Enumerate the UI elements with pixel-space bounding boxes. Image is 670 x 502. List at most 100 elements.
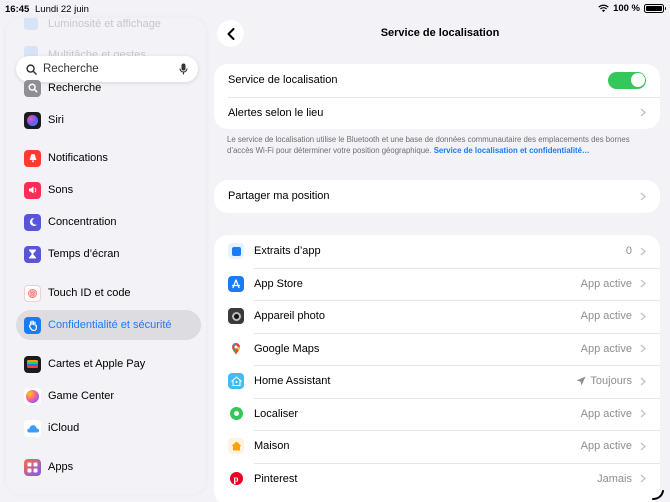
app-clips-icon [228,243,244,260]
find-my-icon [228,405,244,422]
app-permission: 0 [625,245,632,258]
share-location-row[interactable]: Partager ma position [214,180,660,213]
sidebar-item-sons[interactable]: Sons [16,175,201,205]
fingerprint-icon [24,284,41,302]
apps-location-card: Extraits d’app 0 App Store App active Ap… [214,235,660,502]
sidebar: Luminosité et affichage Multitâche et ge… [6,18,206,494]
sidebar-item-concentration[interactable]: Concentration [16,207,201,237]
chevron-right-icon [640,474,646,483]
hourglass-icon [24,245,41,263]
app-row[interactable]: Extraits d’app 0 [214,235,660,268]
share-location-label: Partager ma position [228,190,330,203]
chevron-right-icon [640,192,646,201]
pinterest-icon: p [228,470,244,487]
sidebar-item-label: iCloud [48,422,80,434]
app-row[interactable]: Localiser App active [214,397,660,431]
status-bar: 16:45 Lundi 22 juin 100 % [0,0,670,18]
share-location-card: Partager ma position [214,180,660,213]
speaker-icon [24,181,41,199]
location-alerts-row[interactable]: Alertes selon le lieu [214,96,660,130]
sidebar-item-notifications[interactable]: Notifications [16,143,201,173]
app-permission: Jamais [597,472,632,485]
status-date: Lundi 22 juin [35,4,89,15]
chevron-right-icon [640,409,646,418]
home-icon [228,438,244,455]
hand-icon [24,316,41,334]
app-row[interactable]: App Store App active [214,267,660,301]
sidebar-item-label: Concentration [48,216,117,228]
app-name: Maison [254,440,290,453]
sidebar-item-label: Temps d’écran [48,248,120,260]
sidebar-item-label: Apps [48,461,74,473]
page-title: Service de localisation [380,27,500,39]
sidebar-item-apps[interactable]: Apps [16,452,201,482]
battery-percent: 100 % [613,3,640,14]
location-alerts-label: Alertes selon le lieu [228,106,324,119]
sidebar-item-temps-ecran[interactable]: Temps d’écran [16,239,201,269]
search-icon [24,79,41,97]
chevron-right-icon [640,279,646,288]
app-row[interactable]: p Pinterest Jamais [214,462,660,496]
chevron-right-icon [640,377,646,386]
sidebar-item-label: Recherche [48,82,102,94]
google-maps-icon [228,340,244,357]
sidebar-item-siri[interactable]: Siri [16,105,201,135]
app-permission: Toujours [590,375,632,388]
app-name: Appareil photo [254,310,325,323]
sidebar-item-icloud[interactable]: iCloud [16,413,201,443]
sidebar-item-label: Notifications [48,152,108,164]
privacy-link[interactable]: Service de localisation et confidentiali… [434,146,590,155]
sidebar-item-label: Game Center [48,390,115,402]
app-store-icon [228,275,244,292]
bell-icon [24,149,41,167]
sidebar-item-touch-id[interactable]: Touch ID et code [16,278,201,308]
sidebar-item-label: Confidentialité et sécurité [48,319,172,331]
battery-icon [644,4,666,13]
app-permission: App active [580,407,632,420]
sidebar-item-label: Cartes et Apple Pay [48,358,146,370]
location-settings-card: Service de localisation Alertes selon le… [214,64,660,129]
siri-icon [24,111,41,129]
display-icon [24,18,38,30]
app-permission: App active [580,440,632,453]
chevron-right-icon [640,344,646,353]
moon-icon [24,213,41,231]
sidebar-item-label: Touch ID et code [48,287,131,299]
app-name: Pinterest [254,472,298,485]
app-permission: App active [580,310,632,323]
chevron-left-icon [227,27,234,40]
location-service-toggle[interactable] [608,71,646,89]
location-service-row[interactable]: Service de localisation [214,64,660,97]
app-row[interactable]: Maison App active [214,430,660,463]
app-row[interactable]: Appareil photo App active [214,300,660,333]
app-name: App Store [254,277,303,290]
wallet-icon [24,355,41,373]
location-arrow-icon [576,376,586,386]
location-service-label: Service de localisation [228,74,338,87]
chevron-right-icon [640,108,646,117]
app-permission: App active [580,342,632,355]
sidebar-item-cartes-apple-pay[interactable]: Cartes et Apple Pay [16,349,201,379]
apps-icon [24,458,41,476]
sidebar-item-confidentialite[interactable]: Confidentialité et sécurité [16,310,201,340]
sidebar-item-label: Siri [48,114,64,126]
app-name: Localiser [254,407,299,420]
location-note: Le service de localisation utilise le Bl… [227,135,652,156]
chevron-right-icon [640,442,646,451]
resize-corner-icon [652,490,664,500]
chevron-right-icon [640,247,646,256]
app-row[interactable]: Google Maps App active [214,332,660,366]
home-assistant-icon [228,373,244,390]
sidebar-item-label: Sons [48,184,74,196]
status-time: 16:45 [5,4,30,15]
sidebar-ghost-item: Luminosité et affichage [48,18,161,30]
app-permission: App active [580,277,632,290]
sidebar-item-game-center[interactable]: Game Center [16,381,201,411]
app-name: Home Assistant [254,375,331,388]
app-name: Extraits d’app [254,245,321,258]
sidebar-item-recherche[interactable]: Recherche [16,73,201,103]
back-button[interactable] [217,20,244,47]
app-row[interactable]: Home Assistant Toujours [214,365,660,398]
gamecenter-icon [24,387,41,405]
wifi-icon [598,4,609,13]
